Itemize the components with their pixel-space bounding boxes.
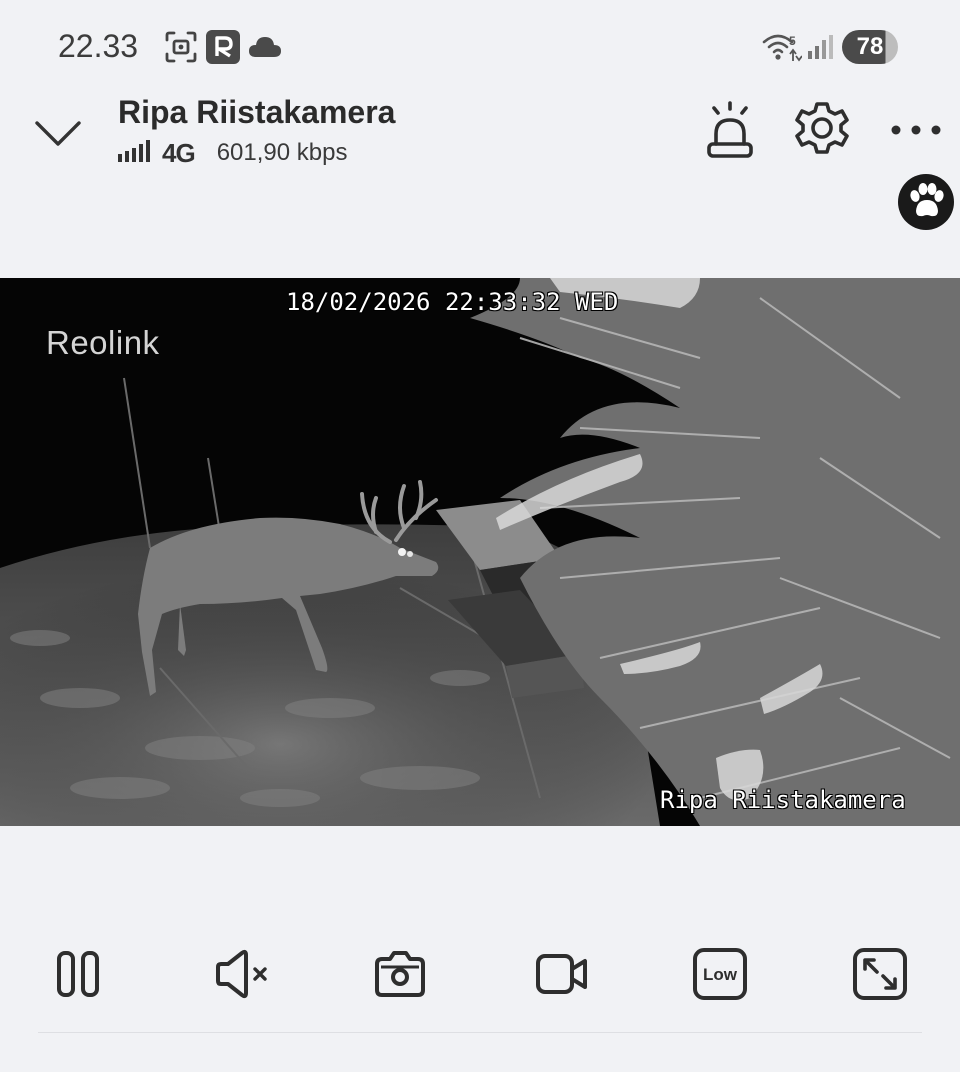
network-info: 4G 601,90 kbps [118,138,347,168]
status-time: 22.33 [58,28,139,64]
record-icon[interactable] [534,946,590,1002]
quality-label: Low [703,965,738,984]
mute-icon[interactable] [212,946,268,1002]
screenshot-icon [164,30,198,69]
siren-icon[interactable] [704,100,756,167]
playback-controls: Low [0,940,960,1010]
battery-indicator: 78 [842,30,898,64]
quality-icon[interactable]: Low [692,946,748,1002]
gear-icon[interactable] [794,100,850,161]
wifi-badge: 5 [789,34,796,48]
network-type: 4G [162,137,196,168]
snapshot-icon[interactable] [372,946,428,1002]
reolink-watermark: Reolink [46,324,160,361]
paw-icon[interactable] [898,174,954,235]
more-icon[interactable] [890,122,942,143]
app-r-icon [206,30,240,69]
status-bar: 22.33 5 78 [0,0,960,90]
wifi-icon: 5 [762,32,803,67]
video-timestamp: 18/02/2026 22:33:32 WED [286,288,619,316]
cloud-icon [248,36,282,63]
video-camera-label: Ripa Riistakamera [660,786,906,814]
live-video-feed[interactable]: Reolink 18/02/2026 22:33:32 WED Ripa Rii… [0,278,960,826]
chevron-down-icon[interactable] [32,108,84,156]
pause-icon[interactable] [52,946,108,1002]
fullscreen-icon[interactable] [852,946,908,1002]
bottom-divider [38,1032,922,1033]
camera-header: Ripa Riistakamera 4G 601,90 kbps [0,90,960,240]
signal-bars-icon [118,139,158,168]
camera-title: Ripa Riistakamera [118,94,396,130]
bitrate: 601,90 kbps [216,139,348,166]
cell-signal-icon [806,34,834,65]
